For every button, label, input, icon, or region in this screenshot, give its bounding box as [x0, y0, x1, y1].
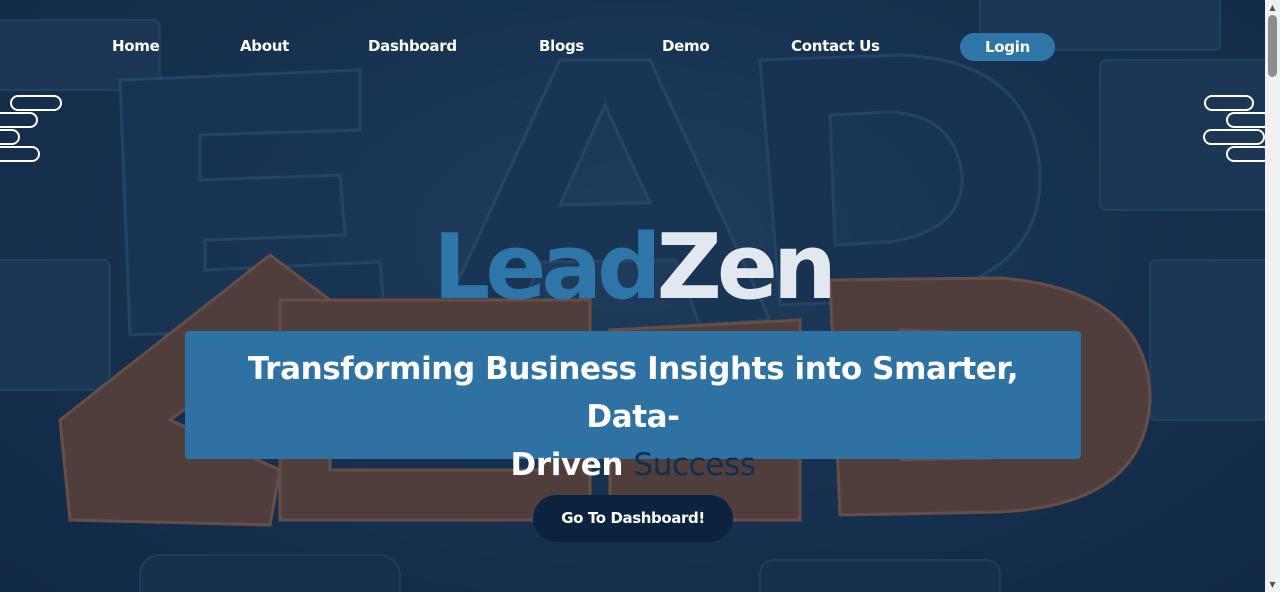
- nav-demo-link[interactable]: Demo: [662, 37, 710, 55]
- go-to-dashboard-button[interactable]: Go To Dashboard!: [533, 495, 733, 542]
- nav-dashboard-link[interactable]: Dashboard: [368, 37, 457, 55]
- pill-stack-decoration-right: [1200, 95, 1271, 165]
- brand-logo-text: LeadZen: [0, 218, 1265, 318]
- main-navigation: Home About Dashboard Blogs Demo Contact …: [0, 30, 1265, 64]
- pill-shape: [0, 112, 38, 128]
- tagline-accent-word: Success: [633, 447, 756, 483]
- pill-stack-decoration-left: [0, 95, 64, 165]
- pill-shape: [1204, 95, 1254, 111]
- pill-shape: [1203, 129, 1265, 145]
- login-button[interactable]: Login: [960, 33, 1055, 61]
- chevron-up-icon[interactable]: ▲: [1265, 0, 1280, 15]
- scrollbar-thumb[interactable]: [1268, 15, 1277, 77]
- nav-about-link[interactable]: About: [240, 37, 289, 55]
- nav-contact-link[interactable]: Contact Us: [791, 37, 880, 55]
- pill-shape: [0, 146, 40, 162]
- tagline-box: Transforming Business Insights into Smar…: [185, 331, 1081, 483]
- brand-part-lead: Lead: [433, 215, 662, 320]
- tagline-line-2: Driven Success: [205, 441, 1061, 489]
- tagline-line-1: Transforming Business Insights into Smar…: [247, 351, 1019, 435]
- nav-blogs-link[interactable]: Blogs: [539, 37, 584, 55]
- pill-shape: [10, 95, 62, 111]
- tagline-plain-word: Driven: [510, 447, 624, 483]
- brand-part-zen: Zen: [656, 215, 837, 320]
- vertical-scrollbar[interactable]: ▲ ▼: [1265, 0, 1280, 592]
- pill-shape: [0, 129, 20, 145]
- chevron-down-icon[interactable]: ▼: [1265, 577, 1280, 592]
- nav-home-link[interactable]: Home: [112, 37, 160, 55]
